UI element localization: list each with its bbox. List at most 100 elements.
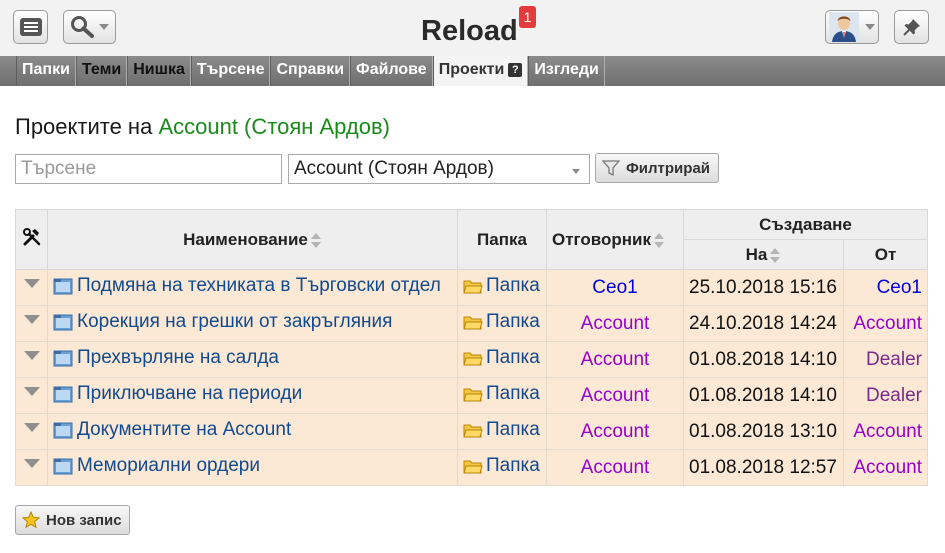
project-name: Документите на Account <box>77 418 292 440</box>
created-by-link[interactable]: Account <box>853 313 922 334</box>
folder-label: Папка <box>486 419 540 440</box>
project-name-cell: Документите на Account <box>47 413 458 450</box>
folder-label: Папка <box>486 455 540 476</box>
folder-link[interactable]: Папка <box>463 311 540 333</box>
folder-link[interactable]: Папка <box>463 383 540 405</box>
responsible-link[interactable]: Account <box>581 457 650 478</box>
projects-table: Наименование Папка Отговорник Създаване … <box>15 209 928 486</box>
folder-cell: Папка <box>457 269 547 306</box>
tab-projects[interactable]: Проекти? <box>432 56 529 86</box>
new-record-button[interactable]: Нов запис <box>15 505 130 535</box>
created-on-column-header[interactable]: На <box>683 239 844 270</box>
responsible-header-label: Отговорник <box>552 229 652 249</box>
tab-files[interactable]: Файлове <box>350 56 433 86</box>
folder-icon <box>463 280 483 294</box>
created-by-link[interactable]: Dealer <box>866 385 922 406</box>
folder-link[interactable]: Папка <box>463 347 540 369</box>
folder-label: Папка <box>486 311 540 332</box>
table-row: Корекция на грешки от закръгляния Папка … <box>15 305 928 342</box>
folder-icon <box>463 388 483 402</box>
responsible-link[interactable]: Account <box>581 349 650 370</box>
project-name: Прехвърляне на салда <box>77 346 279 368</box>
sort-icon[interactable] <box>654 232 665 248</box>
tab-views[interactable]: Изгледи <box>528 56 605 86</box>
created-by-link[interactable]: Account <box>853 421 922 442</box>
folder-link[interactable]: Папка <box>463 275 540 297</box>
project-name-cell: Прехвърляне на салда <box>47 341 458 378</box>
row-actions-cell[interactable] <box>15 341 48 378</box>
folder-cell: Папка <box>457 341 547 378</box>
filter-button-label: Филтрирай <box>626 159 711 177</box>
funnel-icon <box>602 160 620 177</box>
project-name: Подмяна на техниката в Търговски отдел <box>77 274 441 296</box>
tab-projects-label: Проекти <box>438 61 505 78</box>
filter-button[interactable]: Филтрирай <box>595 153 719 183</box>
chevron-down-icon[interactable] <box>23 423 40 432</box>
project-link[interactable]: Документите на Account <box>53 419 291 441</box>
responsible-link[interactable]: Account <box>581 421 650 442</box>
chevron-down-icon <box>865 24 875 30</box>
folder-label: Папка <box>486 275 540 296</box>
row-actions-cell[interactable] <box>15 377 48 414</box>
help-icon[interactable]: ? <box>508 63 523 77</box>
project-link[interactable]: Мемориални ордери <box>53 455 260 477</box>
folder-icon <box>463 460 483 474</box>
project-link[interactable]: Подмяна на техниката в Търговски отдел <box>53 275 441 297</box>
project-icon <box>53 278 73 294</box>
sort-icon[interactable] <box>310 232 322 248</box>
main-menu-button[interactable] <box>13 10 48 44</box>
project-link[interactable]: Прехвърляне на салда <box>53 347 279 369</box>
created-on-cell: 01.08.2018 12:57 <box>683 449 844 486</box>
row-actions-cell[interactable] <box>15 305 48 342</box>
chevron-down-icon[interactable] <box>23 315 40 324</box>
folder-link[interactable]: Папка <box>463 455 540 477</box>
tab-reports[interactable]: Справки <box>270 56 351 86</box>
chevron-down-icon[interactable] <box>23 351 40 360</box>
created-by-cell: Ceo1 <box>843 269 928 306</box>
tab-folders[interactable]: Папки <box>16 56 76 86</box>
owner-select-value: Account (Стоян Ардов) <box>294 158 494 179</box>
project-icon <box>53 422 73 438</box>
project-name: Мемориални ордери <box>77 454 260 476</box>
search-menu-button[interactable] <box>63 10 116 44</box>
responsible-link[interactable]: Account <box>581 313 650 334</box>
created-on-cell: 25.10.2018 15:16 <box>683 269 844 306</box>
folder-label: Папка <box>486 383 540 404</box>
project-link[interactable]: Корекция на грешки от закръгляния <box>53 311 392 333</box>
user-avatar-icon <box>829 12 859 42</box>
chevron-down-icon[interactable] <box>23 279 40 288</box>
created-by-link[interactable]: Account <box>853 457 922 478</box>
responsible-link[interactable]: Ceo1 <box>592 277 637 298</box>
responsible-link[interactable]: Account <box>581 385 650 406</box>
chevron-down-icon[interactable] <box>23 387 40 396</box>
tab-thread[interactable]: Нишка <box>127 56 191 86</box>
name-column-header[interactable]: Наименование <box>47 209 458 270</box>
project-link[interactable]: Приключване на периоди <box>53 383 302 405</box>
page-title-owner: Account (Стоян Ардов) <box>158 114 391 139</box>
row-actions-cell[interactable] <box>15 413 48 450</box>
folder-label: Папка <box>486 347 540 368</box>
user-menu-button[interactable] <box>825 10 879 44</box>
tab-search[interactable]: Търсене <box>190 56 271 86</box>
search-input[interactable] <box>15 154 282 184</box>
folder-link[interactable]: Папка <box>463 419 540 441</box>
responsible-column-header[interactable]: Отговорник <box>546 209 684 270</box>
row-actions-cell[interactable] <box>15 269 48 306</box>
responsible-cell: Account <box>546 449 684 486</box>
app-title: Reload <box>421 15 518 47</box>
created-by-column-header: От <box>843 239 928 270</box>
notification-badge[interactable]: 1 <box>519 6 536 28</box>
tab-topics[interactable]: Теми <box>75 56 128 86</box>
project-name-cell: Корекция на грешки от закръгляния <box>47 305 458 342</box>
sort-icon[interactable] <box>770 247 781 263</box>
pin-button[interactable] <box>894 10 929 44</box>
table-row: Подмяна на техниката в Търговски отдел П… <box>15 269 928 306</box>
row-actions-cell[interactable] <box>15 449 48 486</box>
chevron-down-icon[interactable] <box>23 459 40 468</box>
owner-select[interactable]: Account (Стоян Ардов) <box>288 154 590 184</box>
folder-column-header: Папка <box>457 209 547 270</box>
magnifier-icon <box>71 16 94 38</box>
created-by-link[interactable]: Dealer <box>866 349 922 370</box>
project-name: Корекция на грешки от закръгляния <box>77 310 393 332</box>
created-by-link[interactable]: Ceo1 <box>877 277 922 298</box>
